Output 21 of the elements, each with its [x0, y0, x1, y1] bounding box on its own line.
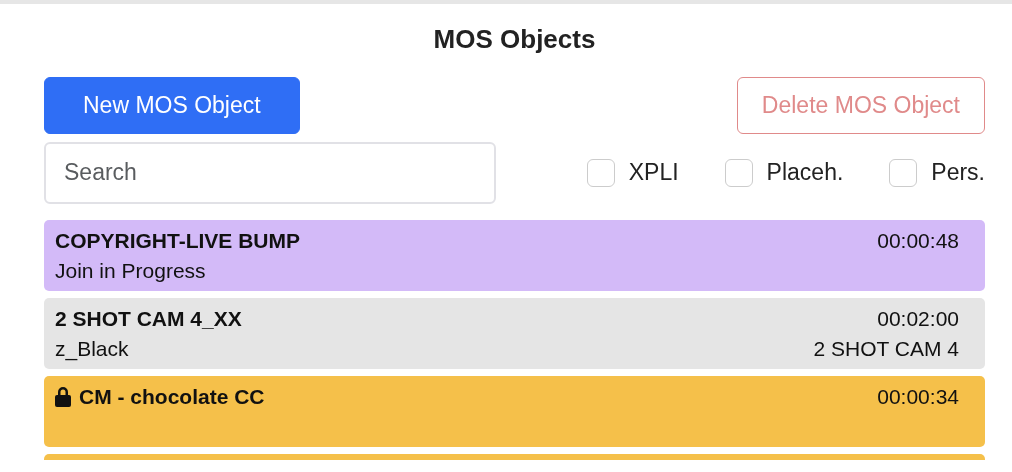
panel-title: MOS Objects — [432, 23, 597, 56]
new-object-button[interactable]: New MOS Object — [44, 77, 300, 134]
object-subtitle: Join in Progress — [55, 257, 206, 284]
object-title: CM - chocolate CC — [79, 383, 265, 410]
object-title: COPYRIGHT-LIVE BUMP — [55, 227, 301, 254]
object-item[interactable]: COPYRIGHT-LIVE BUMP 00:00:48 Join in Progress — [44, 219, 985, 291]
object-item[interactable]: 2 SHOT CAM 4_XX 00:02:00 z_Black 2 SHOT CAM 4 — [44, 297, 985, 369]
filter-label: Pers. — [931, 158, 985, 188]
object-title: 2 SHOT CAM 4_XX — [55, 305, 242, 332]
filter-checkbox[interactable] — [724, 158, 753, 187]
filter-checkbox[interactable] — [889, 158, 918, 187]
filter-label: Placeh. — [766, 158, 844, 188]
object-duration: 00:02:00 — [877, 305, 959, 332]
object-duration: 00:00:48 — [877, 227, 959, 254]
filter-checkbox[interactable] — [586, 158, 615, 187]
filter-label: XPLI — [628, 158, 679, 188]
object-duration: 00:00:34 — [877, 383, 959, 410]
object-item[interactable]: CM - chocolate CC 00:00:34 — [44, 375, 985, 447]
search-field[interactable]: Search — [44, 141, 496, 204]
object-subtitle: z_Black — [55, 335, 129, 363]
object-source: 2 SHOT CAM 4 — [813, 335, 959, 362]
